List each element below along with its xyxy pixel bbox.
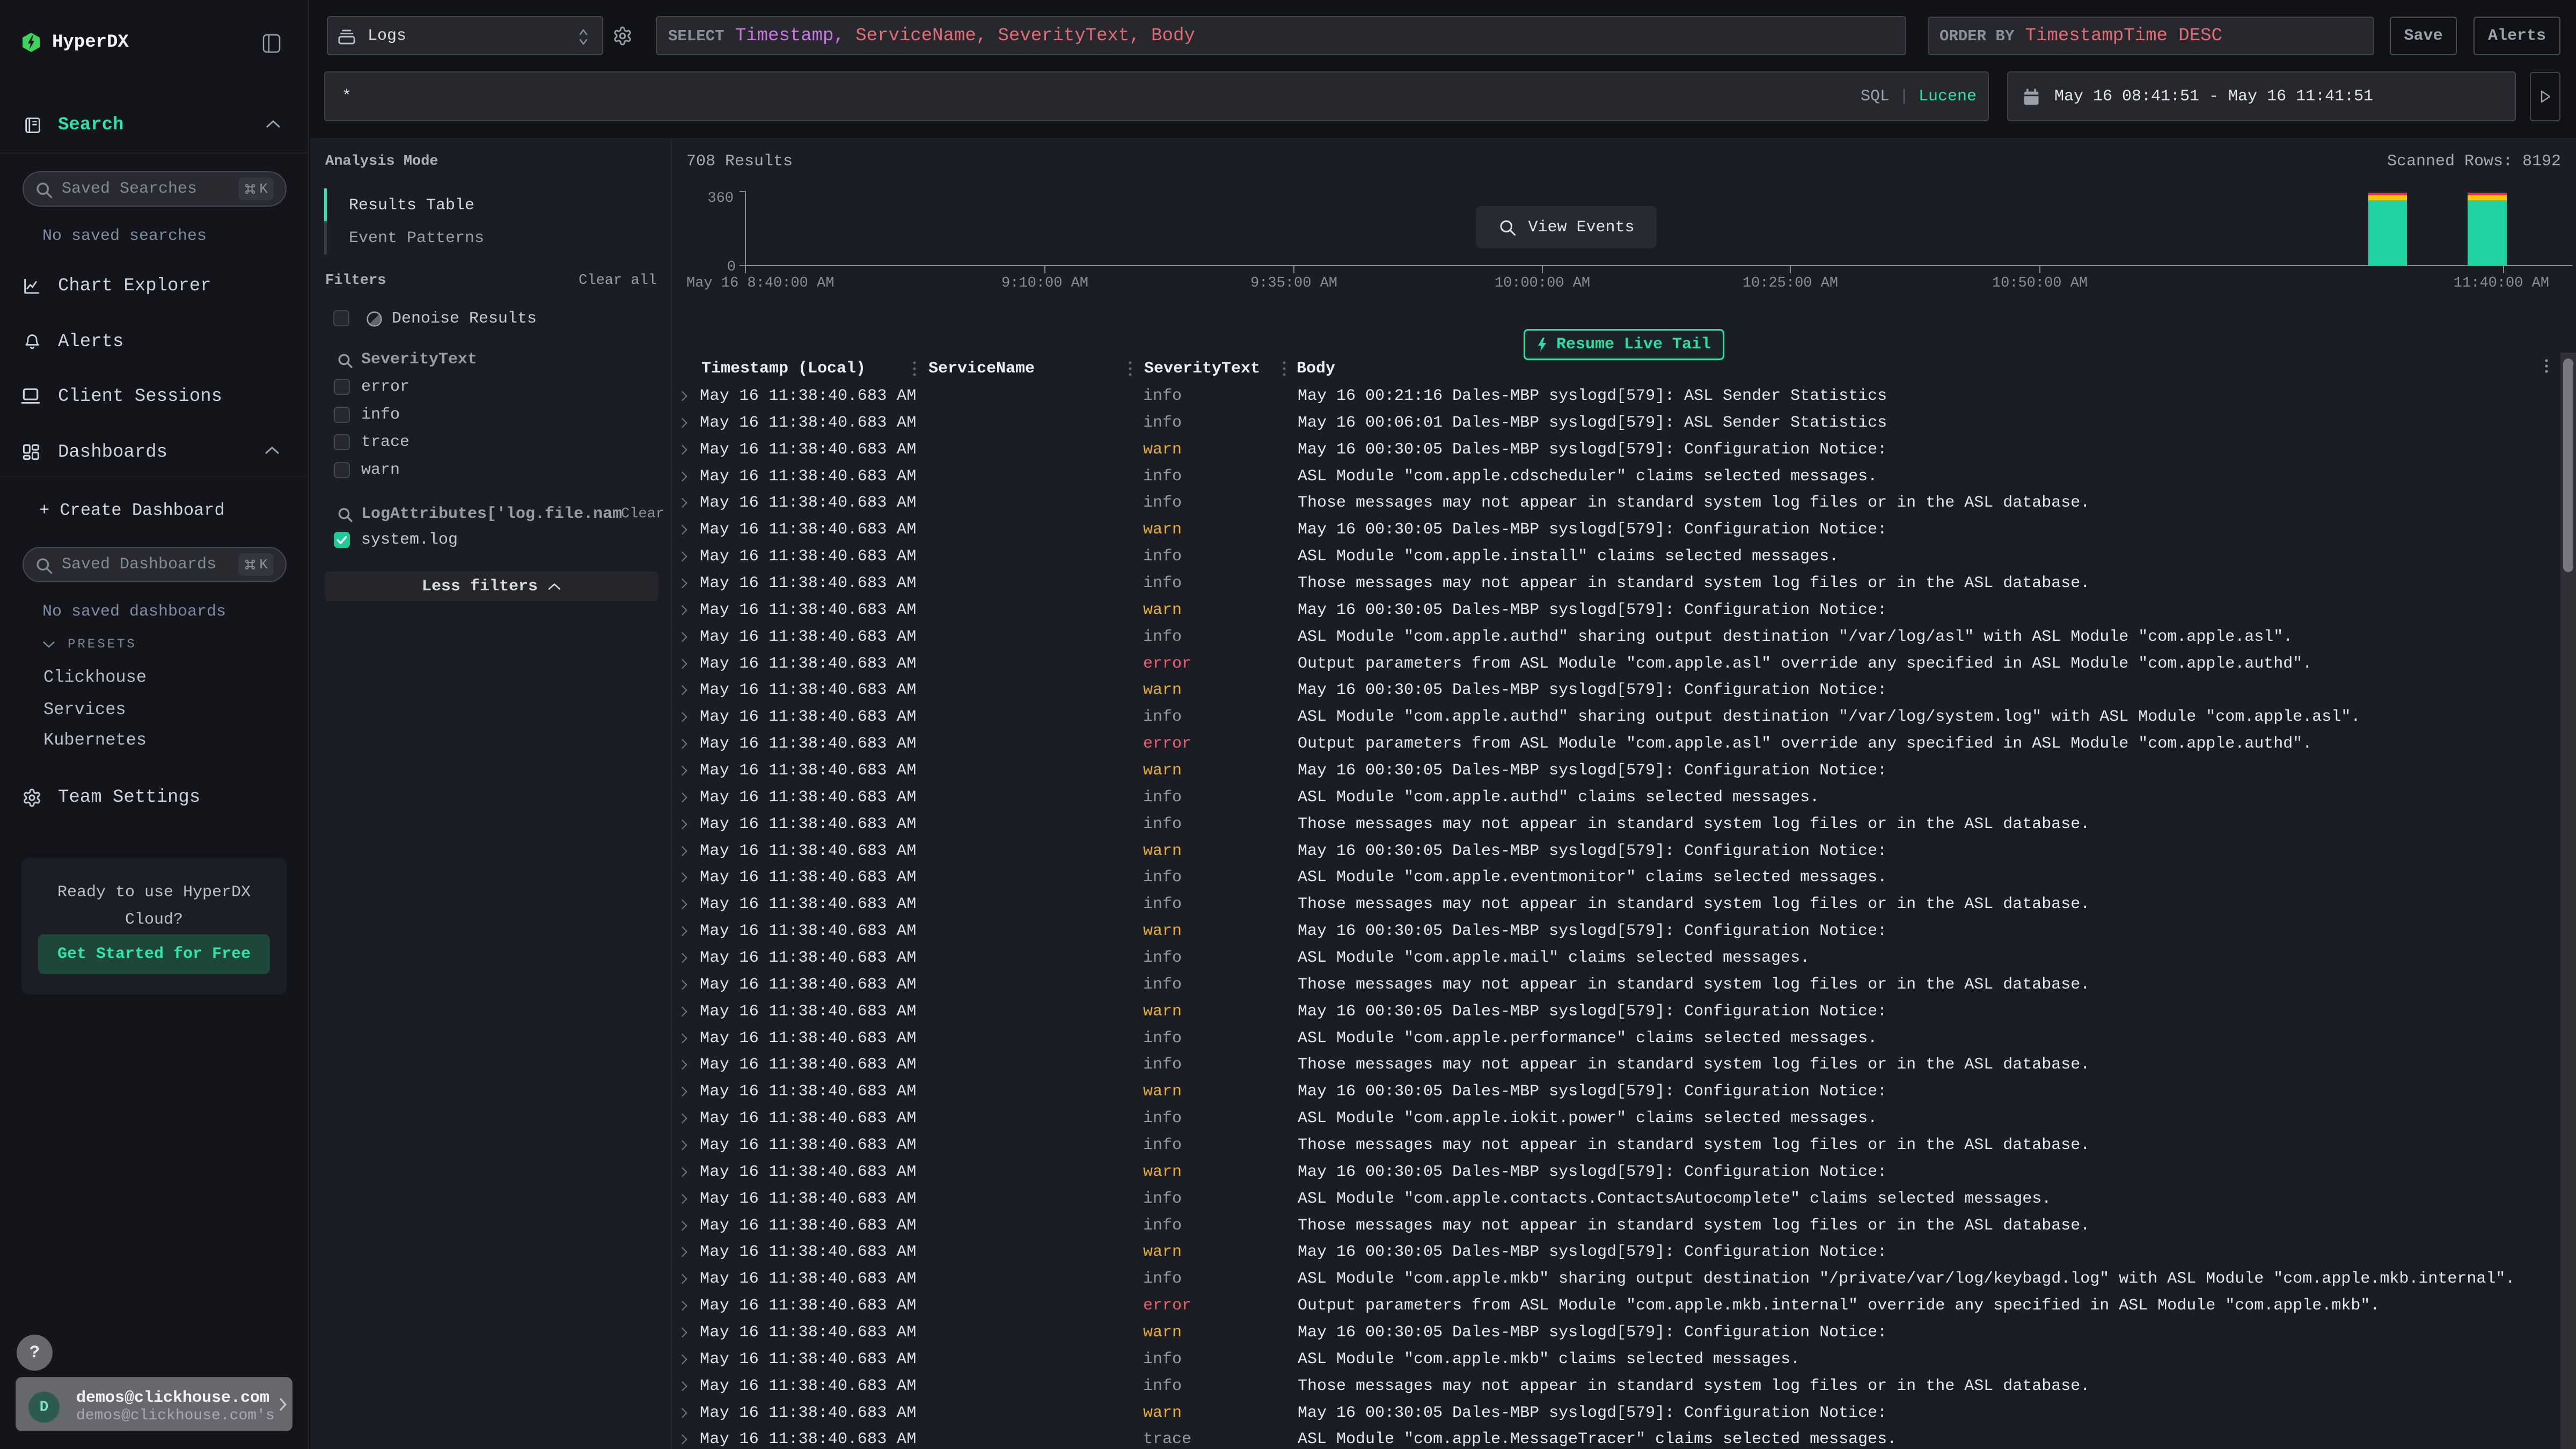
svg-text:360: 360 [707, 191, 734, 207]
svg-text:11:40:00 AM: 11:40:00 AM [2454, 275, 2549, 291]
svg-text:9:10:00 AM: 9:10:00 AM [1001, 275, 1088, 291]
svg-text:10:00:00 AM: 10:00:00 AM [1495, 275, 1590, 291]
svg-text:9:35:00 AM: 9:35:00 AM [1250, 275, 1337, 291]
svg-text:May 16 8:40:00 AM: May 16 8:40:00 AM [686, 275, 834, 291]
svg-text:10:25:00 AM: 10:25:00 AM [1743, 275, 1838, 291]
svg-text:10:50:00 AM: 10:50:00 AM [1992, 275, 2088, 291]
svg-text:0: 0 [727, 259, 736, 275]
